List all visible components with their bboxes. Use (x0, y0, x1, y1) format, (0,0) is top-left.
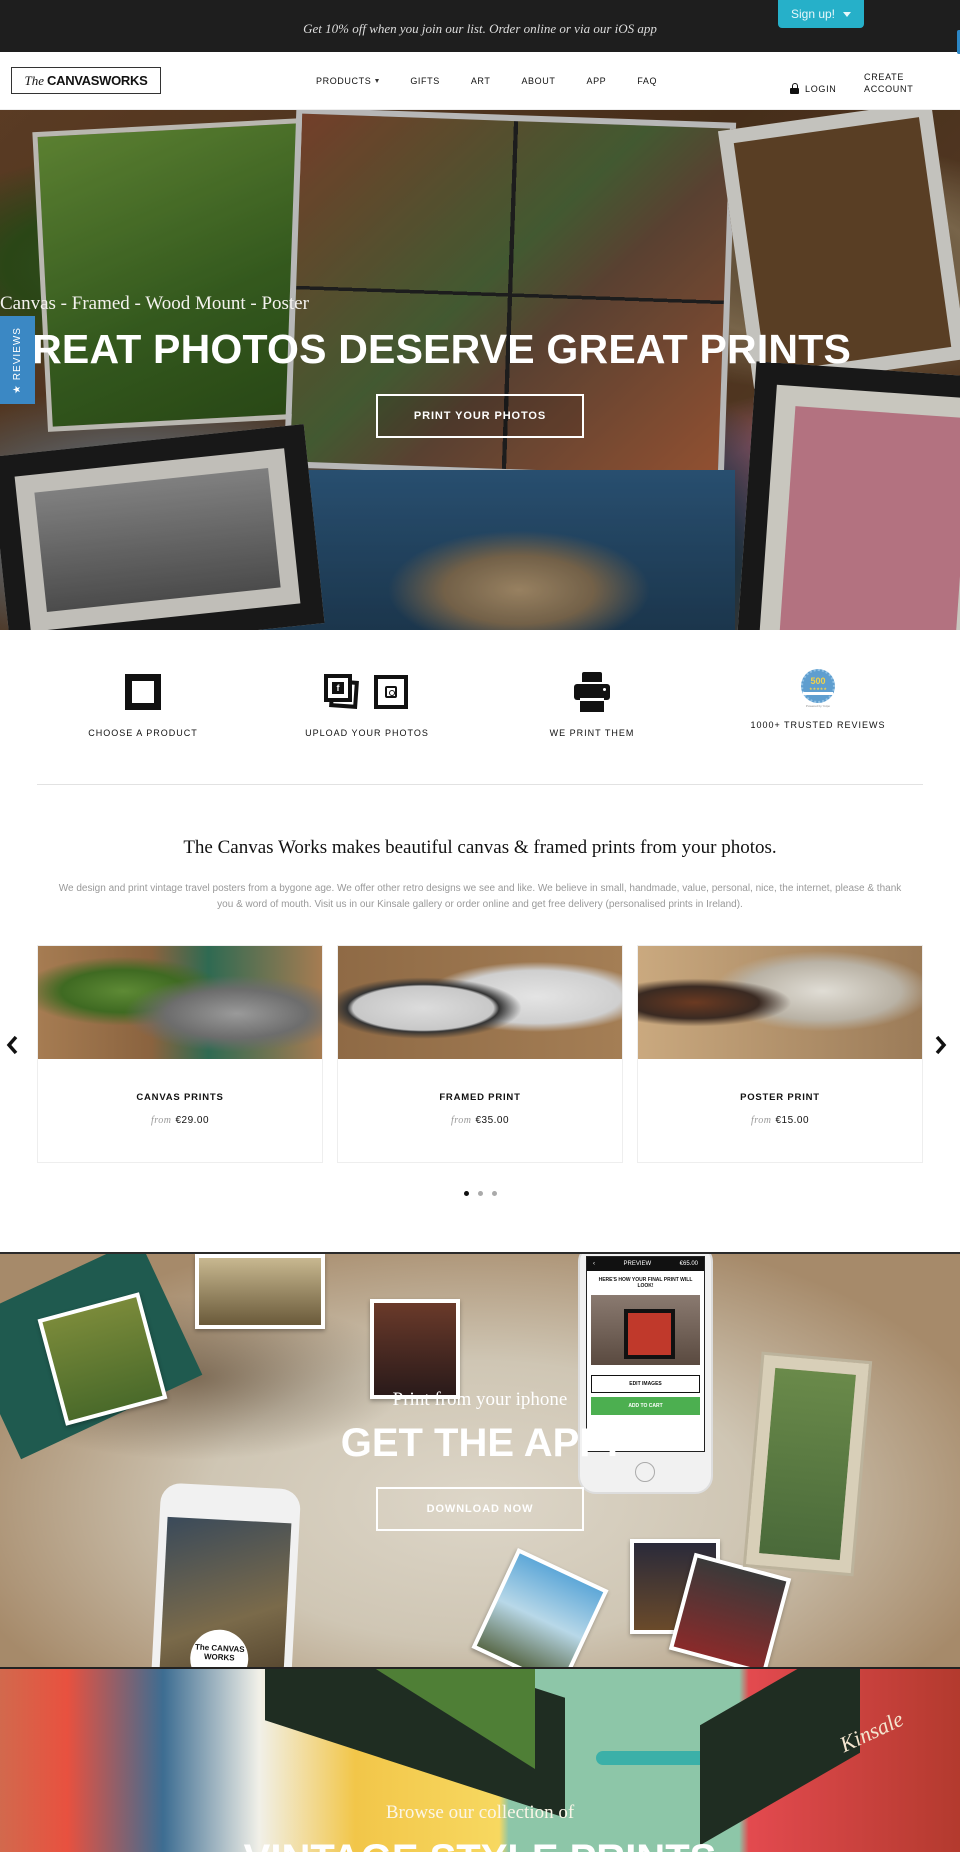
product-title: CANVAS PRINTS (136, 1092, 224, 1103)
app-title: GET THE APP! (340, 1421, 620, 1465)
carousel-next-button[interactable] (934, 1034, 954, 1056)
nav-art[interactable]: ART (471, 76, 491, 86)
product-price: from €35.00 (450, 1115, 510, 1126)
dropdown-arrow-icon (375, 79, 380, 83)
nav-products-label: PRODUCTS (316, 76, 372, 86)
logo-prefix: The (24, 72, 45, 88)
login-label: LOGIN (805, 83, 837, 94)
lock-icon (790, 83, 799, 94)
hero-title: GREAT PHOTOS DESERVE GREAT PRINTS (0, 326, 852, 372)
reviews-tab[interactable]: ★ REVIEWS (0, 316, 35, 404)
printer-icon (574, 672, 610, 712)
app-promo-section: ‹ PREVIEW €65.00 HERE'S HOW YOUR FINAL PRI… (0, 1252, 960, 1667)
nav-faq-label: FAQ (637, 76, 658, 86)
nav-app-label: APP (586, 76, 607, 86)
step-we-print: WE PRINT THEM (492, 670, 692, 738)
nav-products[interactable]: PRODUCTS (316, 76, 380, 86)
nav-faq[interactable]: FAQ (637, 76, 657, 86)
main-nav: PRODUCTS GIFTS ART ABOUT APP FAQ (316, 76, 688, 86)
carousel-dot[interactable] (463, 1191, 469, 1196)
intro-body: We design and print vintage travel poste… (58, 883, 902, 910)
vintage-title: VINTAGE STYLE PRINTS (0, 1837, 960, 1852)
step-choose-product: CHOOSE A PRODUCT (43, 670, 243, 738)
signup-label: Sign up! (790, 7, 836, 21)
product-title: FRAMED PRINT (439, 1092, 521, 1103)
product-price: from €15.00 (750, 1115, 810, 1126)
carousel-dot[interactable] (477, 1191, 483, 1196)
carousel-prev-button[interactable] (5, 1034, 25, 1056)
decor-photo (195, 1254, 325, 1329)
product-image (338, 946, 622, 1059)
hero-banner: Canvas - Framed - Wood Mount - Poster GR… (0, 110, 960, 630)
upload-photos-icon: f (324, 674, 410, 710)
nav-gifts[interactable]: GIFTS (410, 76, 440, 86)
phone-mockup-app: The CANVAS WORKS (148, 1482, 302, 1667)
caret-down-icon (843, 11, 852, 17)
intro-heading: The Canvas Works makes beautiful canvas … (183, 837, 777, 858)
product-card-framed[interactable]: FRAMED PRINT from €35.00 (337, 945, 623, 1163)
product-carousel: CANVAS PRINTS from €29.00 FRAMED PRINT fr… (0, 945, 960, 1252)
nav-gifts-label: GIFTS (410, 76, 440, 86)
chevron-left-icon (6, 1035, 18, 1055)
create-account-line2: ACCOUNT (864, 84, 914, 94)
signup-button[interactable]: Sign up! (778, 0, 864, 28)
carousel-pagination (0, 1191, 960, 1196)
instagram-icon (385, 686, 397, 698)
reviews-tab-label: ★ REVIEWS (12, 326, 23, 394)
product-price: from €29.00 (150, 1115, 210, 1126)
decor-photo (370, 1299, 460, 1399)
nav-art-label: ART (470, 76, 491, 86)
product-image (638, 946, 922, 1059)
step-upload-photos: f UPLOAD YOUR PHOTOS (267, 670, 467, 738)
announcement-bar: Get 10% off when you join our list. Orde… (0, 0, 960, 54)
print-your-photos-button[interactable]: PRINT YOUR PHOTOS (376, 394, 584, 438)
step-label: WE PRINT THEM (549, 728, 635, 738)
intro-section: The Canvas Works makes beautiful canvas … (0, 785, 960, 945)
step-label: UPLOAD YOUR PHOTOS (305, 728, 429, 738)
nav-about-label: ABOUT (521, 76, 556, 86)
product-card-canvas[interactable]: CANVAS PRINTS from €29.00 (37, 945, 323, 1163)
product-title: POSTER PRINT (740, 1092, 820, 1103)
frame-icon (125, 674, 161, 710)
step-label: CHOOSE A PRODUCT (88, 728, 198, 738)
chevron-right-icon (935, 1035, 947, 1055)
vintage-prints-section: Kinsale Browse our collection of VINTAGE… (0, 1667, 960, 1852)
nav-app[interactable]: APP (586, 76, 606, 86)
step-label: 1000+ TRUSTED REVIEWS (750, 720, 886, 730)
hero-subtitle: Canvas - Framed - Wood Mount - Poster (0, 293, 309, 314)
badge-caption: Powered by Yotpo (805, 703, 831, 708)
nav-about[interactable]: ABOUT (521, 76, 555, 86)
badge-stars: ★★★★★ (809, 686, 827, 691)
facebook-icon: f (332, 682, 344, 694)
announcement-text: Get 10% off when you join our list. Orde… (303, 21, 657, 36)
step-trusted-reviews[interactable]: 500 ★★★★★ Powered by Yotpo 1000+ TRUSTED… (718, 666, 918, 730)
site-header: The CANVASWORKS PRODUCTS GIFTS ART ABOUT… (0, 52, 960, 110)
download-now-button[interactable]: DOWNLOAD NOW (376, 1487, 584, 1531)
vintage-subtitle: Browse our collection of (385, 1802, 575, 1823)
reviews-badge-icon: 500 ★★★★★ (801, 668, 835, 703)
product-card-poster[interactable]: POSTER PRINT from €15.00 (637, 945, 923, 1163)
login-link[interactable]: LOGIN (790, 83, 837, 94)
create-account-line1: CREATE (864, 72, 905, 82)
product-image (38, 946, 322, 1059)
create-account-link[interactable]: CREATE ACCOUNT (864, 71, 924, 95)
carousel-dot[interactable] (491, 1191, 497, 1196)
decor-photo (471, 1548, 609, 1667)
how-it-works: CHOOSE A PRODUCT f UPLOAD YOUR PHOTOS WE… (0, 630, 960, 785)
badge-number: 500 (810, 676, 826, 686)
logo-main: CANVASWORKS (47, 73, 148, 88)
app-subtitle: Print from your iphone (392, 1389, 568, 1410)
logo[interactable]: The CANVASWORKS (11, 67, 161, 94)
